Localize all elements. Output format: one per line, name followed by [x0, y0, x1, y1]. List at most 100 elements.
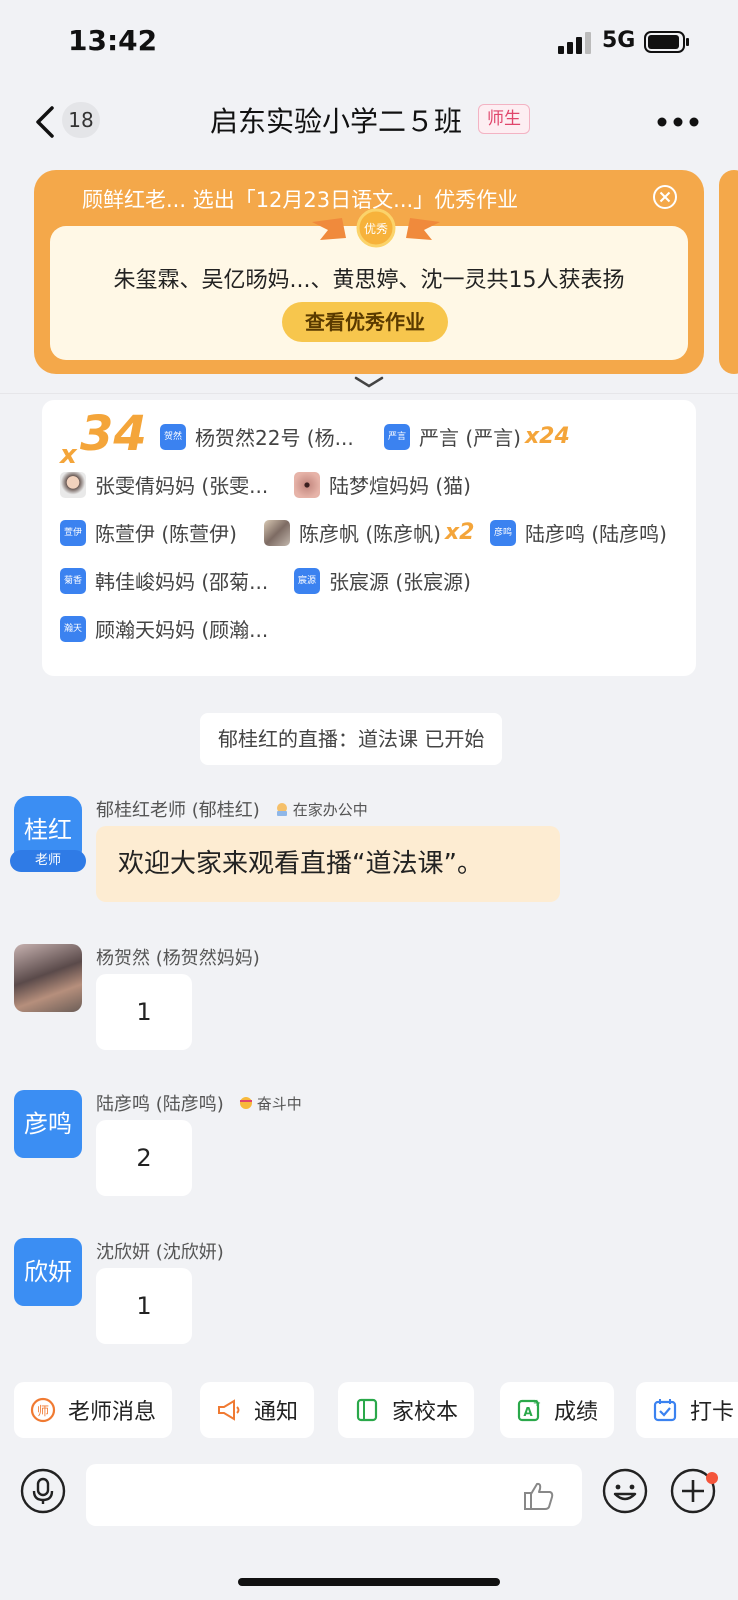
sender-name: 陆彦鸣 (陆彦鸣) 奋斗中	[96, 1090, 302, 1116]
signal-icon	[558, 32, 591, 54]
role-tag: 师生	[478, 104, 530, 134]
teacher-icon: 师	[30, 1397, 56, 1423]
liker-entry[interactable]: 菊香 韩佳峻妈妈 (邵菊...	[60, 566, 268, 595]
thumbs-up-icon[interactable]	[522, 1480, 556, 1512]
checkin-icon	[653, 1399, 677, 1422]
sender-label: 杨贺然 (杨贺然妈妈)	[96, 948, 260, 969]
quick-action-label: 成绩	[554, 1400, 599, 1425]
avatar[interactable]: 彦鸣	[14, 1090, 82, 1158]
liker-avatar: 瀚天	[60, 615, 86, 642]
liker-photo	[264, 519, 290, 546]
liker-name: 陆彦鸣 (陆彦鸣)	[525, 522, 667, 546]
liker-avatar: 萱伊	[60, 519, 86, 546]
emoji-icon[interactable]	[602, 1468, 648, 1514]
message-bubble[interactable]: 2	[96, 1120, 192, 1196]
sender-name: 郁桂红老师 (郁桂红) 在家办公中	[96, 796, 368, 822]
message-bubble[interactable]: 欢迎大家来观看直播“道法课”。	[96, 826, 560, 902]
sender-label: 陆彦鸣 (陆彦鸣)	[96, 1094, 224, 1115]
praise-text: 朱玺霖、吴亿旸妈...、黄思婷、沈一灵共15人获表扬	[113, 268, 625, 293]
liker-entry[interactable]: 陆梦煊妈妈 (猫)	[294, 470, 471, 499]
battery-icon	[644, 31, 689, 53]
liker-name: 严言 (严言)	[419, 426, 521, 450]
message-input[interactable]	[86, 1464, 582, 1526]
liker-name: 张宸源 (张宸源)	[329, 570, 471, 594]
praise-panel: 优秀 朱玺霖、吴亿旸妈...、黄思婷、沈一灵共15人获表扬 查看优秀作业	[50, 208, 688, 360]
liker-entry[interactable]: 严言 严言 (严言) x24	[384, 422, 570, 451]
liker-entry[interactable]: 萱伊 陈萱伊 (陈萱伊)	[60, 518, 237, 547]
likes-x: x	[60, 440, 77, 470]
ribbon-label: 优秀	[364, 222, 388, 236]
liker-name: 杨贺然22号 (杨...	[195, 426, 354, 450]
sender-name: 沈欣妍 (沈欣妍)	[96, 1238, 224, 1264]
liker-entry[interactable]: 张雯倩妈妈 (张雯...	[60, 470, 268, 499]
home-indicator[interactable]	[238, 1578, 500, 1586]
grade-icon: A+	[517, 1398, 541, 1422]
next-banner-edge[interactable]	[719, 170, 738, 374]
avatar[interactable]: 桂红 老师	[10, 796, 86, 872]
more-icon[interactable]	[656, 116, 700, 128]
svg-text:师: 师	[37, 1404, 49, 1418]
svg-text:+: +	[533, 1398, 541, 1409]
quick-action-label: 打卡	[690, 1400, 735, 1425]
avatar[interactable]: 欣妍	[14, 1238, 82, 1306]
liker-name: 陈萱伊 (陈萱伊)	[95, 522, 237, 546]
quick-action-label: 家校本	[392, 1400, 459, 1425]
liker-name: 陆梦煊妈妈 (猫)	[329, 474, 471, 498]
user-status: 在家办公中	[274, 799, 368, 820]
voice-icon[interactable]	[20, 1468, 66, 1514]
liker-avatar: 宸源	[294, 567, 320, 594]
sender-label: 郁桂红老师 (郁桂红)	[96, 800, 260, 821]
avatar-text: 彦鸣	[24, 1110, 72, 1138]
quick-action-notice[interactable]: 通知	[200, 1382, 315, 1438]
liker-name: 韩佳峻妈妈 (邵菊...	[95, 570, 269, 594]
nav-bar: 18 启东实验小学二５班 师生	[0, 84, 738, 156]
divider	[0, 393, 738, 394]
notification-dot	[706, 1472, 718, 1484]
unread-count-badge[interactable]: 18	[62, 102, 100, 138]
liker-entry[interactable]: 贺然 杨贺然22号 (杨...	[160, 422, 354, 451]
liker-entry[interactable]: 彦鸣 陆彦鸣 (陆彦鸣)	[490, 518, 667, 547]
praise-banner[interactable]: 顾鲜红老... 选出「12月23日语文...」优秀作业 优秀 朱玺霖、吴亿旸妈.…	[34, 170, 704, 374]
avatar-text: 欣妍	[24, 1258, 72, 1286]
liker-avatar: 严言	[384, 423, 410, 450]
quick-action-home-school-book[interactable]: 家校本	[338, 1382, 475, 1438]
message-bubble[interactable]: 1	[96, 1268, 192, 1344]
quick-action-label: 老师消息	[68, 1400, 157, 1425]
liker-entry[interactable]: 陈彦帆 (陈彦帆) x2	[264, 518, 474, 547]
like-multiplier: x24	[524, 424, 570, 449]
status-time: 13:42	[68, 24, 158, 57]
liker-name: 顾瀚天妈妈 (顾瀚...	[95, 618, 269, 642]
network-type: 5G	[602, 28, 636, 53]
quick-action-grades[interactable]: A + 成绩	[500, 1382, 615, 1438]
system-message: 郁桂红的直播：道法课 已开始	[200, 713, 503, 765]
liker-avatar: 贺然	[160, 423, 186, 450]
like-multiplier: x2	[444, 520, 475, 545]
view-excellent-homework-button[interactable]: 查看优秀作业	[282, 302, 448, 342]
liker-avatar: 彦鸣	[490, 519, 516, 546]
likes-card: x 34 贺然 杨贺然22号 (杨... 严言 严言 (严言) x24 张雯倩妈…	[42, 400, 696, 676]
status-bar: 13:42 5G	[0, 0, 738, 84]
ribbon-icon: 优秀	[312, 208, 440, 248]
sender-label: 沈欣妍 (沈欣妍)	[96, 1242, 224, 1263]
banner-text: 顾鲜红老... 选出「12月23日语文...」优秀作业	[82, 188, 519, 212]
status-label: 在家办公中	[292, 800, 368, 819]
teacher-tag: 老师	[10, 850, 86, 872]
quick-action-teacher-messages[interactable]: 师 老师消息	[14, 1382, 173, 1438]
liker-name: 陈彦帆 (陈彦帆)	[299, 522, 441, 546]
liker-photo	[60, 471, 86, 498]
notebook-icon	[356, 1398, 378, 1422]
avatar-text: 桂红	[24, 816, 72, 844]
liker-photo	[294, 471, 320, 498]
megaphone-icon	[218, 1399, 240, 1421]
liker-entry[interactable]: 瀚天 顾瀚天妈妈 (顾瀚...	[60, 614, 268, 643]
avatar[interactable]	[14, 944, 82, 1012]
quick-action-checkin[interactable]: 打卡	[636, 1382, 738, 1438]
message-bubble[interactable]: 1	[96, 974, 192, 1050]
close-icon[interactable]	[652, 184, 678, 210]
user-status: 奋斗中	[238, 1093, 302, 1114]
liker-name: 张雯倩妈妈 (张雯...	[95, 474, 269, 498]
liker-entry[interactable]: 宸源 张宸源 (张宸源)	[294, 566, 471, 595]
striving-icon	[239, 1097, 252, 1109]
back-icon[interactable]	[32, 102, 62, 142]
chevron-down-icon[interactable]	[352, 374, 386, 390]
